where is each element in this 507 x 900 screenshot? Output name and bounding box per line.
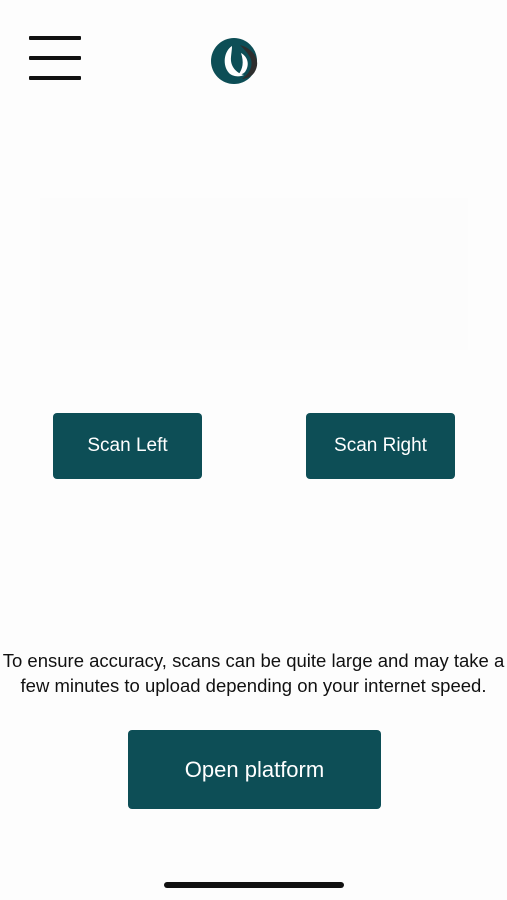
- scan-preview-area: [40, 198, 468, 350]
- hamburger-menu-icon[interactable]: [29, 36, 81, 82]
- scan-left-button[interactable]: Scan Left: [53, 413, 202, 479]
- leaf-logo-icon: [211, 38, 258, 84]
- upload-info-text: To ensure accuracy, scans can be quite l…: [2, 650, 505, 696]
- menu-bar: [29, 76, 81, 80]
- open-platform-button[interactable]: Open platform: [128, 730, 381, 809]
- menu-bar: [29, 56, 81, 60]
- app-logo: [210, 35, 262, 87]
- scan-right-button[interactable]: Scan Right: [306, 413, 455, 479]
- home-indicator[interactable]: [164, 882, 344, 888]
- menu-bar: [29, 36, 81, 40]
